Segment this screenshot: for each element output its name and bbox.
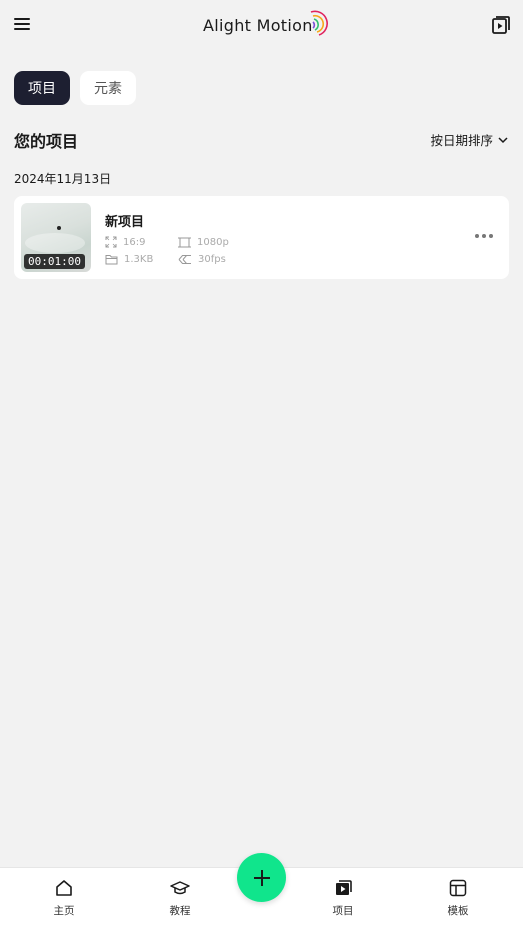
graduation-cap-icon [170,881,190,895]
nav-item-home[interactable]: 主页 [34,878,94,918]
nav-item-tutorials[interactable]: 教程 [150,878,210,918]
template-layout-icon [449,879,467,897]
aspect-ratio-value: 16:9 [123,236,146,248]
nav-label-projects: 项目 [332,905,354,917]
project-play-icon [336,880,352,895]
date-group-label: 2024年11月13日 [14,172,112,186]
chevron-down-icon [498,136,508,143]
app-title: Alight Motion [203,15,313,35]
sort-dropdown[interactable]: 按日期排序 [430,130,509,149]
fps-meta: 30fps [178,254,226,265]
resolution-value: 1080p [197,237,229,248]
fps-value: 30fps [198,254,226,265]
folder-icon [105,255,118,265]
nav-label-templates: 模板 [447,905,469,917]
aspect-ratio-meta: 16:9 [105,236,145,248]
top-bar: Alight Motion [0,0,523,50]
sort-label: 按日期排序 [430,133,493,148]
tab-elements[interactable]: 元素 [80,71,136,105]
project-thumbnail: 00:01:00 [21,203,91,272]
nav-label-home: 主页 [53,905,75,917]
file-size-value: 1.3KB [124,254,154,265]
add-project-button[interactable] [237,853,286,902]
project-card[interactable]: 00:01:00 新项目 16:9 1080p 1.3KB 30fps [14,196,509,279]
nav-item-projects[interactable]: 项目 [313,878,373,918]
resolution-meta: 1080p [178,236,229,249]
media-library-icon[interactable] [491,15,511,35]
nav-label-tutorials: 教程 [169,905,191,917]
frame-rate-icon [178,255,191,264]
size-meta: 1.3KB [105,254,153,265]
expand-icon [105,236,117,248]
app-logo: Alight Motion [203,10,329,40]
project-duration: 00:01:00 [24,254,85,269]
hamburger-menu-icon[interactable] [12,15,32,35]
frame-icon [178,237,191,248]
more-options-icon[interactable] [473,230,495,242]
project-name: 新项目 [105,215,145,230]
tab-projects[interactable]: 项目 [14,71,70,105]
logo-swirl-icon [310,10,328,36]
content-tabs: 项目 元素 [14,71,136,105]
nav-item-templates[interactable]: 模板 [428,878,488,918]
home-icon [56,880,72,896]
plus-icon [253,869,270,886]
section-title: 您的项目 [14,132,79,151]
